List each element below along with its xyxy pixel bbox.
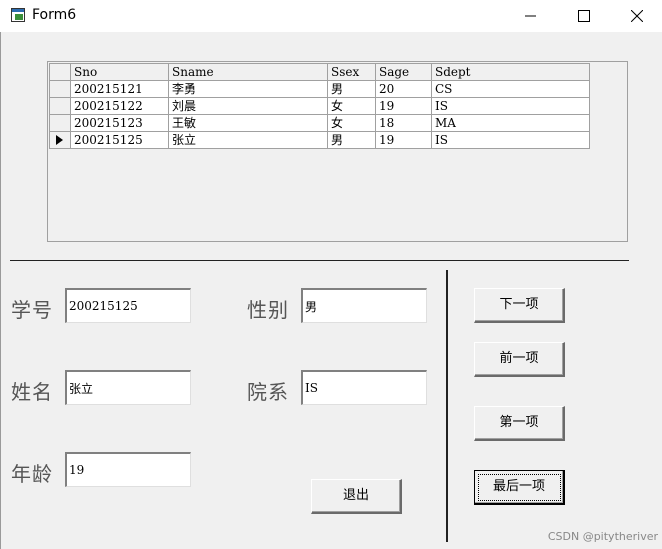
cell-sage[interactable]: 20	[375, 80, 432, 98]
app-icon	[11, 8, 25, 22]
horizontal-divider	[10, 260, 629, 261]
cell-sname[interactable]: 刘晨	[168, 97, 328, 115]
cell-sdept[interactable]: IS	[431, 131, 590, 149]
sdept-label: 院系	[247, 380, 289, 404]
row-selector[interactable]	[49, 80, 71, 98]
next-button[interactable]: 下一项	[474, 288, 565, 323]
cell-sdept[interactable]: CS	[431, 80, 590, 98]
cell-sage[interactable]: 18	[375, 114, 432, 132]
sno-label: 学号	[11, 298, 53, 322]
data-grid[interactable]: Sno Sname Ssex Sage Sdept 200215121 李勇 男…	[47, 61, 628, 242]
table-row[interactable]: 200215121 李勇 男 20 CS	[49, 80, 590, 98]
cell-sdept[interactable]: IS	[431, 97, 590, 115]
cell-sdept[interactable]: MA	[431, 114, 590, 132]
table-row-current[interactable]: 200215125 张立 男 19 IS	[49, 131, 590, 149]
maximize-button[interactable]	[561, 0, 607, 32]
column-header-ssex[interactable]: Ssex	[327, 63, 376, 81]
column-header-sage[interactable]: Sage	[375, 63, 432, 81]
sname-field[interactable]	[65, 370, 191, 405]
sage-label: 年龄	[11, 462, 53, 486]
sdept-field[interactable]	[301, 370, 427, 405]
minimize-button[interactable]	[508, 0, 554, 32]
exit-button[interactable]: 退出	[311, 479, 402, 514]
first-button[interactable]: 第一项	[474, 406, 565, 441]
ssex-label: 性别	[247, 298, 289, 322]
prev-button[interactable]: 前一项	[474, 342, 565, 377]
sage-field[interactable]	[65, 452, 191, 487]
minimize-icon	[525, 15, 536, 17]
title-bar: Form6	[0, 0, 662, 32]
grid-header-row: Sno Sname Ssex Sage Sdept	[49, 63, 590, 81]
column-header-sno[interactable]: Sno	[70, 63, 169, 81]
vertical-divider	[446, 270, 448, 542]
cell-ssex[interactable]: 女	[327, 97, 376, 115]
cell-sno[interactable]: 200215122	[70, 97, 169, 115]
grid-corner	[49, 63, 71, 81]
cell-sno[interactable]: 200215123	[70, 114, 169, 132]
ssex-field[interactable]	[301, 288, 427, 323]
cell-sname[interactable]: 张立	[168, 131, 328, 149]
row-selector-current[interactable]	[49, 131, 71, 149]
table-row[interactable]: 200215123 王敏 女 18 MA	[49, 114, 590, 132]
maximize-icon	[578, 10, 590, 22]
cell-sno[interactable]: 200215121	[70, 80, 169, 98]
row-selector[interactable]	[49, 114, 71, 132]
cell-ssex[interactable]: 男	[327, 80, 376, 98]
cell-sage[interactable]: 19	[375, 131, 432, 149]
cell-sname[interactable]: 李勇	[168, 80, 328, 98]
table-row[interactable]: 200215122 刘晨 女 19 IS	[49, 97, 590, 115]
grid-table: Sno Sname Ssex Sage Sdept 200215121 李勇 男…	[49, 63, 590, 149]
last-button[interactable]: 最后一项	[474, 470, 565, 505]
cell-sage[interactable]: 19	[375, 97, 432, 115]
sname-label: 姓名	[11, 380, 53, 404]
close-icon	[631, 10, 643, 22]
column-header-sdept[interactable]: Sdept	[431, 63, 590, 81]
watermark: CSDN @pitytheriver	[547, 530, 658, 543]
column-header-sname[interactable]: Sname	[168, 63, 328, 81]
current-row-pointer-icon	[56, 135, 63, 145]
window-border	[0, 32, 1, 549]
cell-ssex[interactable]: 男	[327, 131, 376, 149]
cell-sname[interactable]: 王敏	[168, 114, 328, 132]
close-button[interactable]	[614, 0, 660, 32]
sno-field[interactable]	[65, 288, 191, 323]
cell-ssex[interactable]: 女	[327, 114, 376, 132]
cell-sno[interactable]: 200215125	[70, 131, 169, 149]
window-title: Form6	[32, 7, 77, 23]
row-selector[interactable]	[49, 97, 71, 115]
